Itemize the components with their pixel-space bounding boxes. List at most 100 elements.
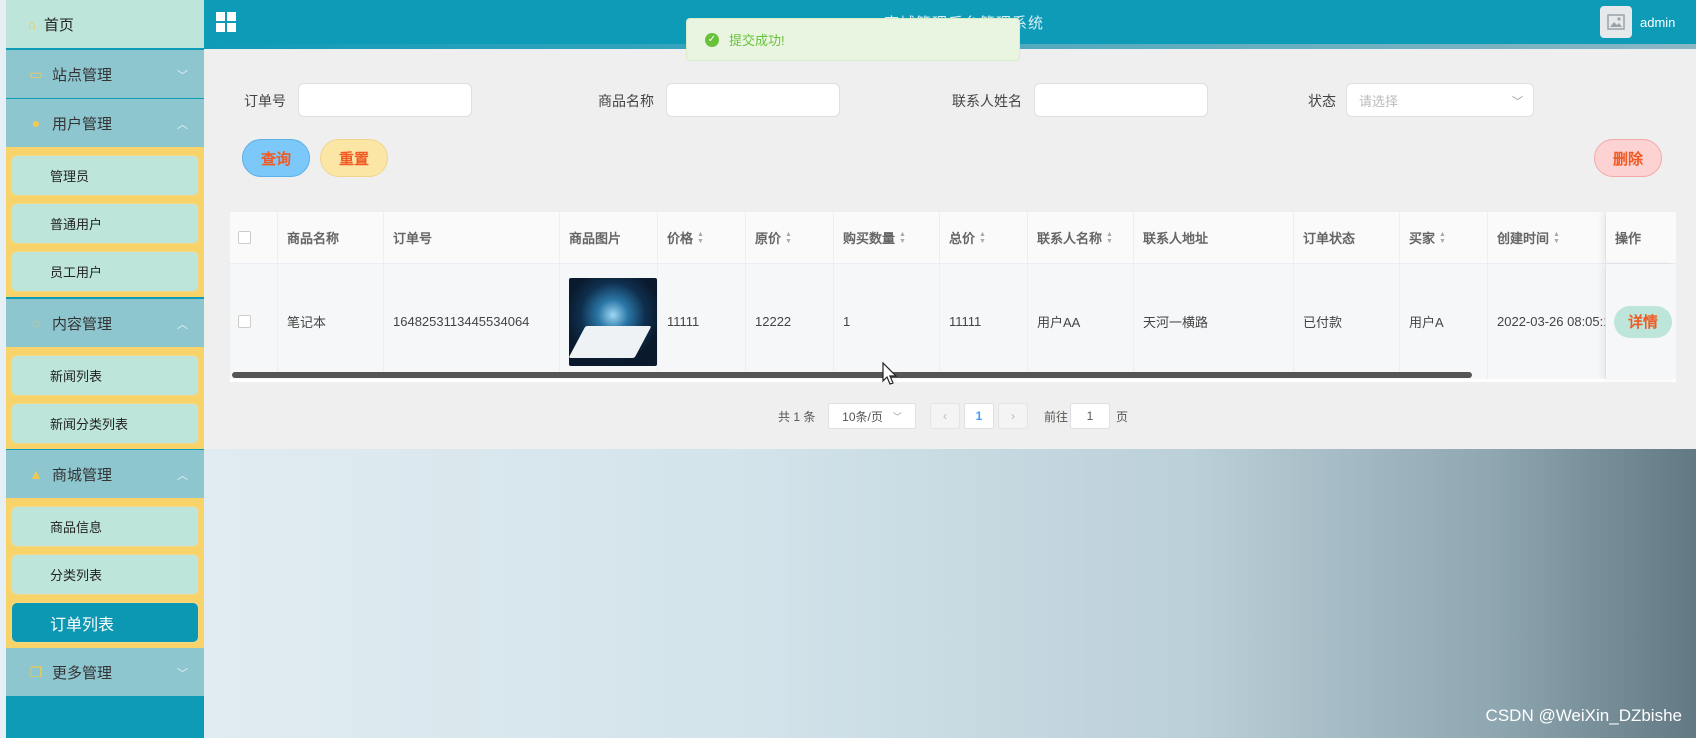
table-row: 笔记本 1648253113445534064 11111 12222 1 11…: [230, 264, 1676, 379]
sidebar-group-content[interactable]: ◌ 内容管理 ︿: [6, 299, 204, 347]
column-header-sortable[interactable]: 买家 ▲ ▼: [1400, 212, 1488, 263]
mouse-cursor-icon: [882, 362, 898, 385]
goto-label: 前往: [1044, 409, 1069, 424]
submenu-content: 新闻列表 新闻分类列表: [6, 347, 204, 449]
cell-actions: 详情: [1606, 264, 1676, 379]
page-size-select[interactable]: 10条/页 ﹀: [828, 403, 916, 429]
column-header: 订单号: [384, 212, 560, 263]
sort-icon[interactable]: ▲ ▼: [899, 231, 906, 245]
query-button[interactable]: 查询: [242, 139, 310, 177]
cart-icon: ▭: [29, 65, 43, 82]
table-horizontal-scrollbar[interactable]: [232, 372, 1472, 378]
sidebar-item-home[interactable]: ⌂ 首页: [6, 0, 204, 48]
chevron-up-icon: ︿: [177, 470, 188, 482]
row-checkbox[interactable]: [230, 264, 278, 379]
cell-created-at: 2022-03-26 08:05:1: [1488, 264, 1606, 379]
chat-icon: ◌: [31, 315, 41, 331]
content-panel: 订单号 商品名称 联系人姓名 状态 请选择 ﹀ 查询 重置 删除 商品名称 订单…: [204, 49, 1696, 449]
menu-grid-icon[interactable]: [216, 12, 236, 32]
avatar[interactable]: [1600, 6, 1632, 38]
chevron-right-icon: ›: [1011, 409, 1015, 423]
delete-button[interactable]: 删除: [1594, 139, 1662, 177]
app-screen: ⌂ 首页 ▭ 站点管理 ﹀ ● 用户管理 ︿ 管理员 普通用户 员工用户 ◌ 内…: [0, 0, 1696, 738]
sidebar-item-admins[interactable]: 管理员: [11, 155, 199, 196]
sidebar-group-label: 内容管理: [52, 315, 113, 333]
sidebar-group-label: 用户管理: [52, 115, 113, 133]
column-header-sortable[interactable]: 原价 ▲ ▼: [746, 212, 834, 263]
copy-icon: ❐: [29, 663, 43, 680]
status-select[interactable]: 请选择 ﹀: [1346, 83, 1534, 117]
column-header: 商品名称: [278, 212, 384, 263]
cell-total: 11111: [940, 264, 1028, 379]
pagination-total: 共 1 条: [778, 409, 816, 424]
column-header: 订单状态: [1294, 212, 1400, 263]
contact-name-label: 联系人姓名: [952, 93, 1022, 109]
submenu-users: 管理员 普通用户 员工用户: [6, 147, 204, 297]
sort-icon[interactable]: ▲ ▼: [1106, 231, 1113, 245]
product-name-label: 商品名称: [598, 93, 654, 109]
orders-table: 商品名称 订单号 商品图片 价格 ▲ ▼ 原价 ▲ ▼ 购买数量 ▲ ▼ 总价 ▲ ▼ 联系人名…: [230, 212, 1676, 382]
toast-message: 提交成功!: [729, 33, 785, 48]
contact-name-input[interactable]: [1034, 83, 1208, 117]
column-header-sortable[interactable]: 价格 ▲ ▼: [658, 212, 746, 263]
sort-icon[interactable]: ▲ ▼: [785, 231, 792, 245]
sidebar-group-site[interactable]: ▭ 站点管理 ﹀: [6, 50, 204, 98]
reset-button[interactable]: 重置: [320, 139, 388, 177]
cell-contact-name: 用户AA: [1028, 264, 1134, 379]
sidebar-group-users[interactable]: ● 用户管理 ︿: [6, 99, 204, 147]
select-all-checkbox[interactable]: [230, 212, 278, 263]
sidebar-group-more[interactable]: ❐ 更多管理 ﹀: [6, 648, 204, 696]
cell-price: 11111: [658, 264, 746, 379]
submenu-mall: 商品信息 分类列表 订单列表: [6, 498, 204, 648]
cell-order-no: 1648253113445534064: [384, 264, 560, 379]
sidebar-item-news-category[interactable]: 新闻分类列表: [11, 403, 199, 444]
sidebar-group-label: 商城管理: [52, 466, 113, 484]
sort-icon[interactable]: ▲ ▼: [1553, 231, 1560, 245]
sidebar-item-orders[interactable]: 订单列表: [11, 602, 199, 643]
image-placeholder-icon: [1607, 14, 1625, 30]
product-name-input[interactable]: [666, 83, 840, 117]
cell-order-status: 已付款: [1294, 264, 1400, 379]
column-header: 联系人地址: [1134, 212, 1294, 263]
sidebar-item-normal-users[interactable]: 普通用户: [11, 203, 199, 244]
next-page-button[interactable]: ›: [998, 403, 1028, 429]
sort-icon[interactable]: ▲ ▼: [697, 231, 704, 245]
sidebar-group-label: 站点管理: [52, 66, 113, 84]
sort-icon[interactable]: ▲ ▼: [979, 231, 986, 245]
goto-page-input[interactable]: 1: [1070, 403, 1110, 429]
order-no-label: 订单号: [244, 93, 286, 109]
check-circle-icon: ✓: [705, 32, 719, 47]
status-label: 状态: [1308, 93, 1336, 109]
sidebar-item-staff-users[interactable]: 员工用户: [11, 251, 199, 292]
laptop-image[interactable]: [569, 277, 657, 366]
cell-original-price: 12222: [746, 264, 834, 379]
column-header-sortable[interactable]: 总价 ▲ ▼: [940, 212, 1028, 263]
column-header: 商品图片: [560, 212, 658, 263]
status-placeholder: 请选择: [1359, 93, 1399, 109]
chevron-down-icon: ﹀: [892, 411, 902, 422]
sidebar-item-categories[interactable]: 分类列表: [11, 554, 199, 595]
home-icon: ⌂: [28, 16, 36, 32]
sidebar-group-label: 更多管理: [52, 664, 113, 682]
sort-icon[interactable]: ▲ ▼: [1439, 231, 1446, 245]
page-number-current[interactable]: 1: [964, 403, 994, 429]
prev-page-button[interactable]: ‹: [930, 403, 960, 429]
sidebar-group-mall[interactable]: ▲ 商城管理 ︿: [6, 450, 204, 498]
column-header-sortable[interactable]: 联系人名称 ▲ ▼: [1028, 212, 1134, 263]
success-toast: ✓ 提交成功!: [686, 18, 1020, 61]
column-header: 操作: [1606, 212, 1676, 263]
page-suffix: 页: [1116, 409, 1129, 424]
order-no-input[interactable]: [298, 83, 472, 117]
sidebar-item-products[interactable]: 商品信息: [11, 506, 199, 547]
sidebar-item-news-list[interactable]: 新闻列表: [11, 355, 199, 396]
cell-product-name: 笔记本: [278, 264, 384, 379]
username[interactable]: admin: [1640, 15, 1675, 30]
column-header-sortable[interactable]: 创建时间 ▲ ▼: [1488, 212, 1606, 263]
chevron-up-icon: ︿: [177, 319, 188, 331]
cell-product-image: [560, 264, 658, 379]
user-icon: ●: [31, 115, 41, 131]
watermark: CSDN @WeiXin_DZbishe: [1485, 706, 1682, 725]
detail-button[interactable]: 详情: [1614, 305, 1672, 338]
chevron-left-icon: ‹: [943, 409, 947, 423]
column-header-sortable[interactable]: 购买数量 ▲ ▼: [834, 212, 940, 263]
